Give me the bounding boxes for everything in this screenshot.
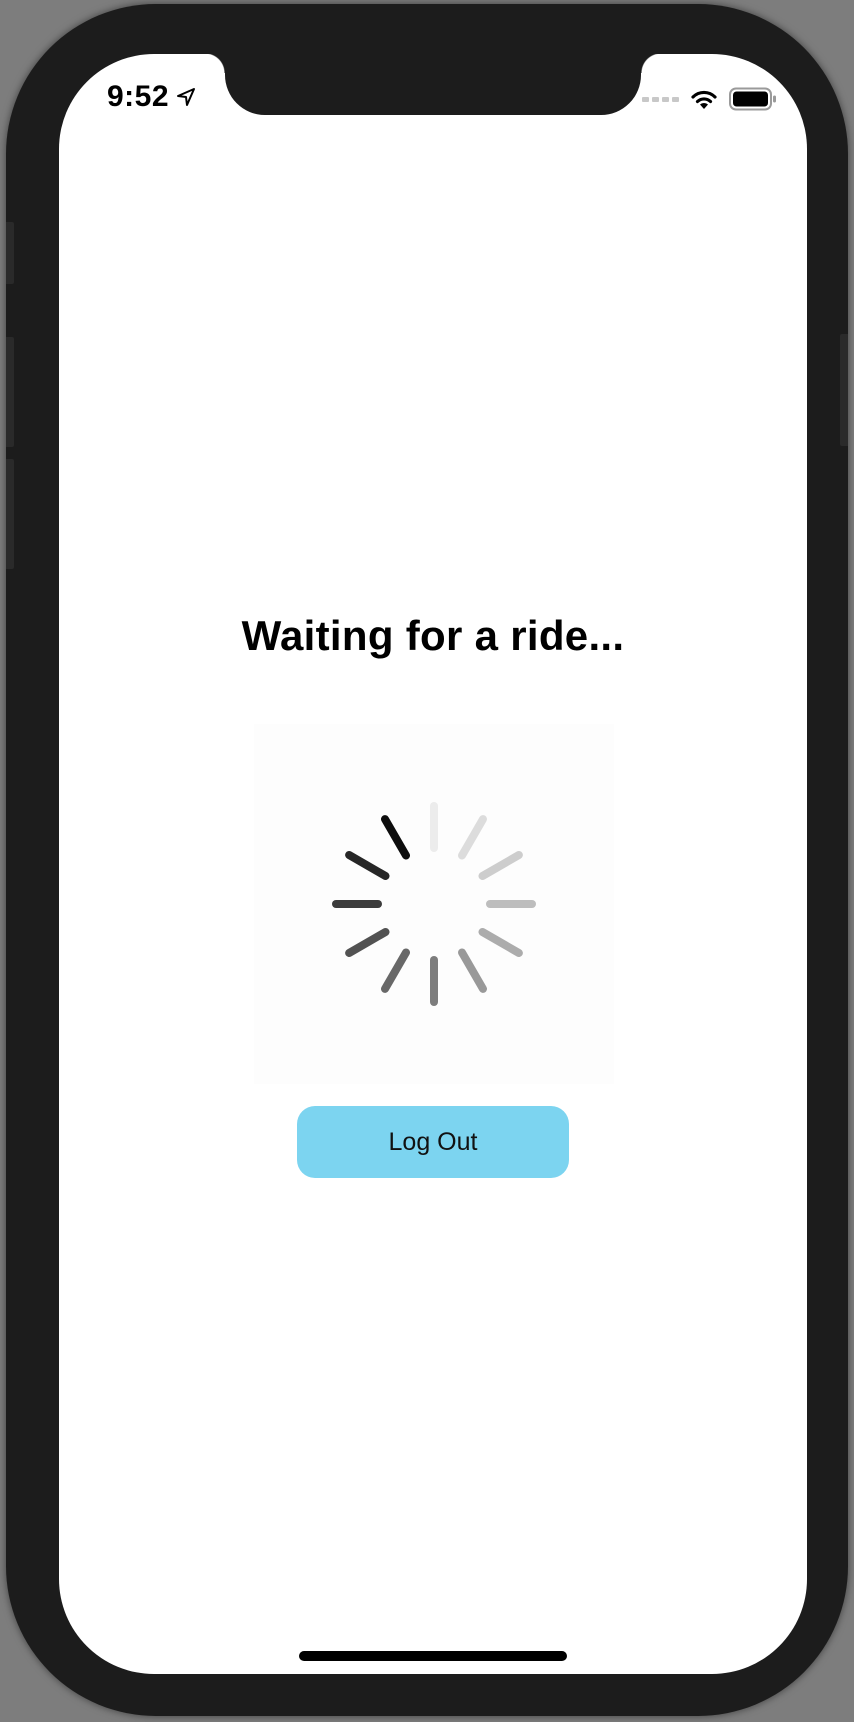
wifi-icon	[691, 90, 717, 109]
spinner-spoke	[381, 948, 410, 993]
spinner-spoke	[381, 815, 410, 860]
spinner-spoke	[345, 928, 390, 957]
spinner-spoke	[458, 815, 487, 860]
screen: 9:52 Waiting for a ride... Log Out	[59, 54, 807, 1674]
cellular-signal-icon	[642, 96, 679, 102]
location-arrow-icon	[177, 88, 195, 106]
notch	[205, 54, 661, 115]
loading-area	[254, 724, 614, 1084]
battery-icon	[729, 87, 776, 111]
logout-button[interactable]: Log Out	[297, 1106, 569, 1178]
activity-spinner-icon	[332, 802, 536, 1006]
page-title: Waiting for a ride...	[241, 612, 625, 659]
spinner-spoke	[478, 851, 523, 880]
volume-up-button	[6, 337, 14, 447]
home-indicator[interactable]	[299, 1651, 567, 1661]
spinner-spoke	[458, 948, 487, 993]
spinner-spoke	[345, 851, 390, 880]
status-time: 9:52	[107, 80, 170, 113]
phone-frame: 9:52 Waiting for a ride... Log Out	[6, 4, 848, 1716]
mute-switch	[6, 222, 14, 284]
volume-down-button	[6, 459, 14, 569]
power-button	[840, 334, 848, 446]
spinner-spoke	[478, 928, 523, 957]
status-icons	[642, 84, 777, 114]
